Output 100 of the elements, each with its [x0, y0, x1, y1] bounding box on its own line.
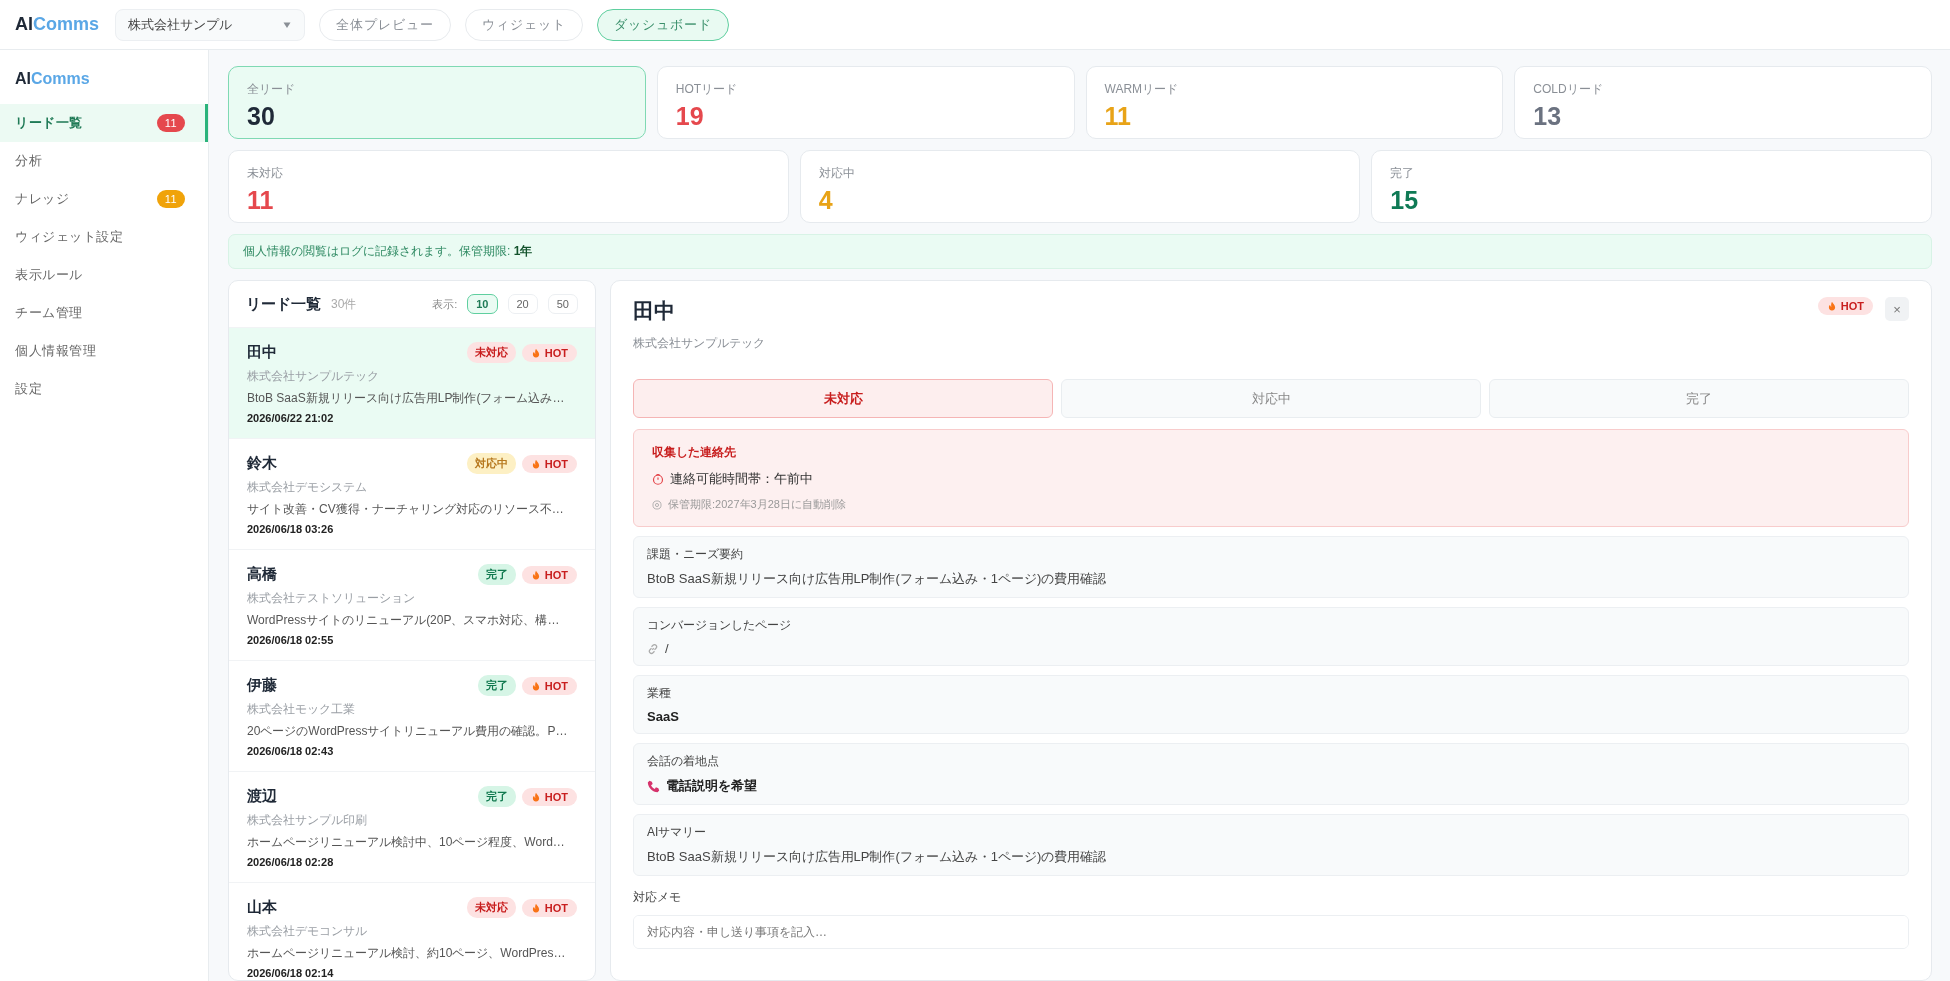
sidebar-item[interactable]: ウィジェット設定	[0, 218, 208, 256]
nav-tab[interactable]: ダッシュボード	[597, 8, 729, 41]
lead-name: 山本	[247, 898, 278, 917]
temperature-label: HOT	[544, 679, 568, 692]
sidebar-item[interactable]: 個人情報管理	[0, 332, 208, 370]
page-size-option[interactable]: 10	[467, 294, 498, 314]
field-value: BtoB SaaS新規リリース向け広告用LP制作(フォーム込み・1ページ)の費用確認	[647, 848, 1108, 866]
temperature-label: HOT	[544, 568, 568, 581]
availability-text: 連絡可能時間帯：午前中	[670, 470, 813, 488]
lead-company: 株式会社サンプルテック	[633, 335, 766, 352]
stat-label: COLDリード	[1533, 81, 1604, 98]
lead-row[interactable]: 山本 未対応 HOT 株式会社デモコンサル ホームページリニューアル検討、約10ページ、WordPres… 2026/06/18 02:14	[229, 882, 595, 980]
lead-row[interactable]: 田中 未対応 HOT 株式会社サンプルテック BtoB SaaS新規リリース向け広告用LP制作(フォーム込み… 2026/06/22 21:02	[229, 327, 595, 438]
status-badge: 完了	[477, 675, 516, 696]
status-badge: 完了	[477, 786, 516, 807]
memo-field[interactable]: 対応内容・申し送り事項を記入…	[633, 915, 1909, 949]
stat-label: 未対応	[247, 165, 284, 182]
lead-date: 2026/06/18 02:55	[247, 634, 335, 646]
status-badge: 未対応	[466, 897, 516, 918]
lead-company: 株式会社モック工業	[247, 701, 356, 718]
sidebar-item[interactable]: 設定	[0, 370, 208, 408]
field-label: コンバージョンしたページ	[647, 617, 792, 634]
lead-count: 30件	[331, 295, 357, 313]
stat-value: 13	[1533, 104, 1563, 129]
panel-title: リード一覧	[246, 294, 321, 314]
temperature-label: HOT	[1840, 300, 1864, 312]
phone-icon	[647, 779, 660, 793]
lead-summary: サイト改善・CV獲得・ナーチャリング対応のリソース不…	[247, 501, 564, 518]
circle-icon	[652, 499, 662, 510]
sidebar-item[interactable]: リード一覧 11	[0, 104, 208, 142]
flame-icon	[1826, 300, 1837, 312]
lead-row[interactable]: 高橋 完了 HOT 株式会社テストソリューション WordPressサイトのリニューアル(20P、スマホ対応、構… 2026/06/18 02:55	[229, 549, 595, 660]
stat-card[interactable]: COLDリード 13	[1514, 66, 1932, 139]
memo-label: 対応メモ	[633, 889, 682, 906]
lead-company: 株式会社サンプルテック	[247, 368, 380, 385]
field-label: 課題・ニーズ要約	[647, 546, 744, 563]
field-label: 会話の着地点	[647, 753, 720, 770]
lead-date: 2026/06/18 02:14	[247, 967, 335, 979]
field-value: /	[665, 641, 669, 656]
lead-name: 伊藤	[247, 676, 278, 695]
lead-summary: 20ページのWordPressサイトリニューアル費用の確認。P…	[247, 723, 568, 740]
lead-row[interactable]: 渡辺 完了 HOT 株式会社サンプル印刷 ホームページリニューアル検討中、10ページ程度、Word… 2026/06/18 02:28	[229, 771, 595, 882]
nav-tab[interactable]: ウィジェット	[465, 8, 583, 41]
temperature-label: HOT	[544, 790, 568, 803]
stat-card[interactable]: HOTリード 19	[656, 66, 1075, 139]
lead-name: 渡辺	[247, 787, 278, 806]
lead-company: 株式会社デモコンサル	[247, 923, 368, 940]
stat-card[interactable]: 全リード 30	[228, 66, 646, 139]
field-label: AIサマリー	[647, 824, 708, 841]
lead-name: 田中	[247, 343, 278, 362]
app-logo: AIComms	[14, 70, 91, 88]
lead-date: 2026/06/18 02:43	[247, 745, 335, 757]
nav-tab[interactable]: 全体プレビュー	[319, 8, 451, 41]
lead-summary: ホームページリニューアル検討中、10ページ程度、Word…	[247, 834, 565, 851]
stat-card[interactable]: 対応中 4	[799, 150, 1361, 223]
stat-value: 11	[247, 188, 275, 213]
lead-company: 株式会社デモシステム	[247, 479, 368, 496]
stat-value: 4	[818, 188, 834, 213]
count-badge: 11	[157, 114, 185, 132]
page-size-option[interactable]: 50	[547, 294, 578, 314]
link-icon	[647, 642, 659, 655]
lead-row[interactable]: 鈴木 対応中 HOT 株式会社デモシステム サイト改善・CV獲得・ナーチャリング対応のリソース不… 2026/06/18 03:26	[229, 438, 595, 549]
close-button[interactable]: ×	[1885, 297, 1909, 321]
app-logo: AIComms	[15, 14, 99, 35]
stat-label: 対応中	[818, 165, 856, 182]
stat-label: WARMリード	[1104, 81, 1180, 98]
lead-date: 2026/06/18 02:28	[247, 856, 335, 868]
lead-summary: BtoB SaaS新規リリース向け広告用LP制作(フォーム込み…	[247, 390, 565, 407]
stat-card[interactable]: 完了 15	[1371, 150, 1932, 223]
status-badge: 未対応	[466, 342, 516, 363]
page-size-label: 表示:	[432, 296, 458, 312]
sidebar-item[interactable]: チーム管理	[0, 294, 208, 332]
lead-company: 株式会社サンプル印刷	[247, 812, 368, 829]
temperature-label: HOT	[544, 457, 568, 470]
stat-card[interactable]: WARMリード 11	[1085, 66, 1504, 139]
lead-company: 株式会社テストソリューション	[247, 590, 416, 607]
caret-icon	[282, 20, 292, 29]
stat-value: 15	[1390, 188, 1420, 213]
privacy-notice: 個人情報の閲覧はログに記録されます。保管期限: 1年	[228, 234, 1932, 269]
lead-name: 田中	[633, 298, 676, 324]
stopwatch-icon	[652, 473, 664, 485]
lead-date: 2026/06/18 03:26	[247, 523, 335, 535]
lead-date: 2026/06/22 21:02	[247, 412, 335, 424]
temperature-label: HOT	[544, 346, 568, 359]
status-tab[interactable]: 対応中	[1061, 379, 1481, 418]
field-value: SaaS	[647, 709, 680, 724]
sidebar-item[interactable]: ナレッジ 11	[0, 180, 208, 218]
stat-value: 30	[247, 104, 276, 129]
lead-row[interactable]: 伊藤 完了 HOT 株式会社モック工業 20ページのWordPressサイトリニューアル費用の確認。P… 2026/06/18 02:43	[229, 660, 595, 771]
sidebar-item[interactable]: 分析	[0, 142, 208, 180]
status-tab[interactable]: 完了	[1489, 379, 1909, 418]
stat-label: 完了	[1390, 165, 1416, 182]
stat-card[interactable]: 未対応 11	[228, 150, 789, 223]
status-tab[interactable]: 未対応	[633, 379, 1053, 418]
field-value: BtoB SaaS新規リリース向け広告用LP制作(フォーム込み・1ページ)の費用確認	[647, 570, 1108, 588]
lead-summary: WordPressサイトのリニューアル(20P、スマホ対応、構…	[247, 612, 560, 629]
stat-value: 11	[1104, 104, 1132, 129]
sidebar-item[interactable]: 表示ルール	[0, 256, 208, 294]
page-size-option[interactable]: 20	[507, 294, 538, 314]
company-select[interactable]: 株式会社サンプル	[115, 8, 305, 41]
